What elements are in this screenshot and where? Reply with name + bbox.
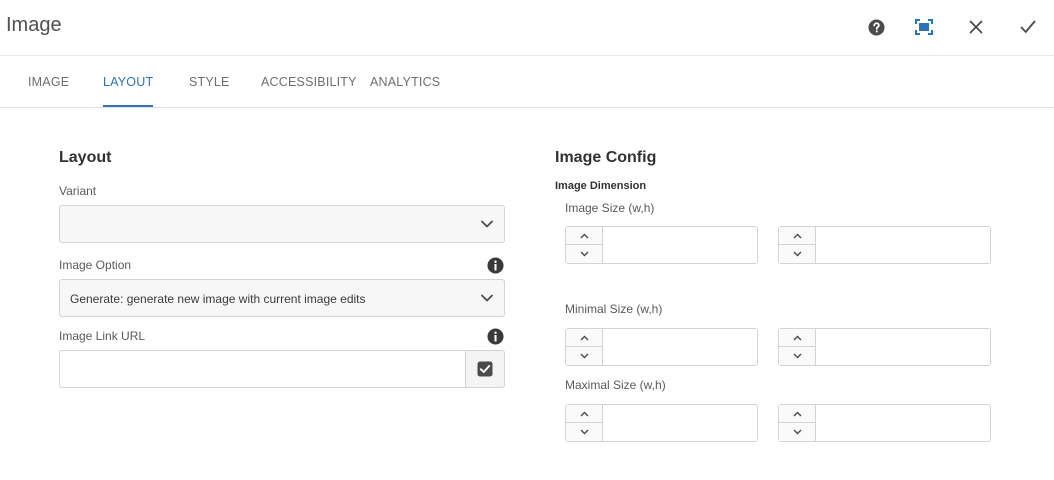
tab-style[interactable]: STYLE bbox=[189, 75, 230, 107]
image-size-width-input[interactable] bbox=[604, 227, 756, 263]
image-size-width-stepper[interactable] bbox=[565, 226, 758, 264]
increment-button[interactable] bbox=[779, 227, 815, 245]
decrement-button[interactable] bbox=[779, 245, 815, 263]
chevron-down-icon bbox=[793, 251, 801, 257]
image-option-value: Generate: generate new image with curren… bbox=[70, 292, 366, 306]
chevron-up-icon bbox=[793, 335, 801, 340]
increment-button[interactable] bbox=[566, 405, 602, 423]
info-icon[interactable] bbox=[487, 257, 504, 274]
decrement-button[interactable] bbox=[566, 245, 602, 263]
image-option-select[interactable]: Generate: generate new image with curren… bbox=[59, 279, 505, 317]
chevron-down-icon bbox=[481, 294, 493, 302]
image-config-heading: Image Config bbox=[555, 149, 657, 166]
chevron-up-icon bbox=[580, 335, 588, 340]
maximal-size-height-stepper[interactable] bbox=[778, 404, 991, 442]
decrement-button[interactable] bbox=[566, 423, 602, 441]
chevron-down-icon bbox=[793, 429, 801, 435]
layout-heading: Layout bbox=[59, 149, 112, 166]
checkmark-icon bbox=[1020, 20, 1036, 33]
tab-layout[interactable]: LAYOUT bbox=[103, 75, 154, 107]
increment-button[interactable] bbox=[566, 329, 602, 347]
fullscreen-icon bbox=[915, 19, 933, 35]
minimal-size-height-stepper[interactable] bbox=[778, 328, 991, 366]
tab-bar: IMAGE LAYOUT STYLE ACCESSIBILITY ANALYTI… bbox=[0, 57, 1054, 108]
chevron-up-icon bbox=[580, 233, 588, 238]
stepper-buttons bbox=[779, 405, 816, 441]
image-size-height-input[interactable] bbox=[817, 227, 989, 263]
close-button[interactable] bbox=[960, 12, 992, 42]
variant-select[interactable] bbox=[59, 205, 505, 243]
maximal-size-height-input[interactable] bbox=[817, 405, 989, 441]
stepper-buttons bbox=[566, 329, 603, 365]
stepper-buttons bbox=[566, 405, 603, 441]
minimal-size-label: Minimal Size (w,h) bbox=[565, 302, 663, 316]
image-size-label: Image Size (w,h) bbox=[565, 201, 655, 215]
image-link-label: Image Link URL bbox=[59, 329, 146, 343]
help-icon bbox=[867, 18, 885, 36]
tab-accessibility[interactable]: ACCESSIBILITY bbox=[261, 75, 357, 107]
tab-analytics[interactable]: ANALYTICS bbox=[370, 75, 440, 107]
chevron-up-icon bbox=[580, 411, 588, 416]
decrement-button[interactable] bbox=[566, 347, 602, 365]
maximal-size-width-input[interactable] bbox=[604, 405, 756, 441]
chevron-down-icon bbox=[580, 353, 588, 359]
increment-button[interactable] bbox=[566, 227, 602, 245]
image-link-browse-button[interactable] bbox=[465, 350, 505, 388]
minimal-size-width-input[interactable] bbox=[604, 329, 756, 365]
fullscreen-button[interactable] bbox=[908, 12, 940, 42]
checkbox-checked-icon bbox=[477, 361, 493, 377]
chevron-down-icon bbox=[481, 220, 493, 228]
chevron-down-icon bbox=[793, 353, 801, 359]
help-button[interactable] bbox=[860, 12, 892, 42]
dialog-title: Image bbox=[6, 14, 62, 36]
close-icon bbox=[969, 20, 983, 34]
stepper-buttons bbox=[566, 227, 603, 263]
increment-button[interactable] bbox=[779, 329, 815, 347]
info-icon[interactable] bbox=[487, 328, 504, 345]
minimal-size-width-stepper[interactable] bbox=[565, 328, 758, 366]
increment-button[interactable] bbox=[779, 405, 815, 423]
image-dimension-heading: Image Dimension bbox=[555, 180, 647, 192]
tab-image[interactable]: IMAGE bbox=[28, 75, 69, 107]
image-link-input[interactable] bbox=[59, 350, 466, 388]
variant-label: Variant bbox=[59, 184, 97, 198]
decrement-button[interactable] bbox=[779, 347, 815, 365]
stepper-buttons bbox=[779, 329, 816, 365]
stepper-buttons bbox=[779, 227, 816, 263]
dialog-header: Image bbox=[0, 0, 1054, 56]
chevron-up-icon bbox=[793, 233, 801, 238]
minimal-size-height-input[interactable] bbox=[817, 329, 989, 365]
image-size-height-stepper[interactable] bbox=[778, 226, 991, 264]
chevron-down-icon bbox=[580, 429, 588, 435]
chevron-down-icon bbox=[580, 251, 588, 257]
chevron-up-icon bbox=[793, 411, 801, 416]
decrement-button[interactable] bbox=[779, 423, 815, 441]
done-button[interactable] bbox=[1012, 12, 1044, 42]
image-option-label: Image Option bbox=[59, 258, 132, 272]
maximal-size-width-stepper[interactable] bbox=[565, 404, 758, 442]
maximal-size-label: Maximal Size (w,h) bbox=[565, 378, 666, 392]
